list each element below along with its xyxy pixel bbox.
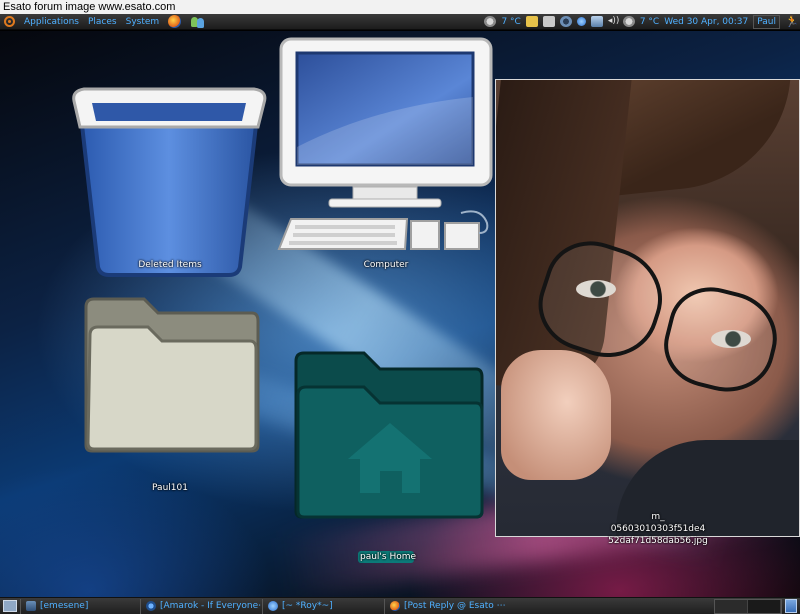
desktop[interactable]: Deleted Items Computer Paul101 paul's Ho… [0, 31, 800, 597]
menu-system[interactable]: System [126, 17, 160, 27]
desktop-icon-label-selected: paul's Home [358, 551, 417, 563]
taskbar-item-label: [Post Reply @ Esato ⋯ [404, 601, 506, 611]
show-desktop-icon[interactable] [3, 600, 17, 612]
folder-icon [84, 297, 260, 453]
chat-icon [268, 601, 278, 611]
taskbar-item-label: [Amarok - If Everyone⋯ [160, 601, 262, 611]
taskbar-item-amarok[interactable]: [Amarok - If Everyone⋯ [140, 598, 262, 614]
taskbar-item-firefox[interactable]: [Post Reply @ Esato ⋯ [384, 598, 506, 614]
network-icon[interactable] [590, 16, 603, 27]
desktop-icon-label: Deleted Items [138, 260, 202, 270]
firefox-launcher-icon[interactable] [168, 15, 182, 28]
home-folder-icon [294, 351, 484, 519]
desktop-icon-label: Paul101 [152, 483, 188, 493]
workspace-switcher[interactable] [714, 598, 782, 614]
amarok-icon [146, 601, 156, 611]
volume-icon[interactable]: ◂)) [608, 16, 620, 27]
sync-icon[interactable] [559, 16, 572, 27]
firefox-icon [390, 601, 400, 611]
computer-icon [277, 37, 493, 250]
trash-applet-icon[interactable] [785, 599, 797, 613]
main-menu: Applications Places System [0, 15, 206, 28]
weather-icon-2[interactable] [622, 16, 635, 27]
emesene-icon [26, 601, 36, 611]
weather-temp-2[interactable]: 7 °C [640, 17, 659, 27]
desktop-icon-label: Computer [363, 260, 409, 270]
photo-filename-line: m_ [651, 512, 665, 522]
taskbar-item-label: [~ *Roy*~] [282, 601, 333, 611]
watermark-banner: Esato forum image www.esato.com [0, 0, 800, 14]
photo-filename-line: 52daf71d58dab56.jpg [608, 536, 708, 546]
top-panel: Applications Places System 7 °C ◂)) 7 °C… [0, 14, 800, 30]
ubuntu-logo-icon[interactable] [4, 16, 15, 27]
taskbar-item-emesene[interactable]: [emesene] [20, 598, 140, 614]
desktop-icon-home[interactable] [292, 351, 486, 521]
workspace-1[interactable] [715, 599, 748, 613]
taskbar-item-label: [emesene] [40, 601, 89, 611]
photo-detail [655, 278, 787, 402]
workspace-2[interactable] [748, 599, 781, 613]
photo-filename-label: m_ 05603010303f51de4 52daf71d58dab56.jpg [588, 511, 728, 547]
desktop-icon-computer[interactable] [275, 37, 495, 259]
photo-detail [501, 350, 611, 480]
clipboard-icon[interactable] [542, 16, 555, 27]
desktop-icon-paul101[interactable] [82, 295, 262, 455]
taskbar-item-chat[interactable]: [~ *Roy*~] [262, 598, 384, 614]
bottom-panel: [emesene] [Amarok - If Everyone⋯ [~ *Roy… [0, 597, 800, 614]
weather-temp-1[interactable]: 7 °C [501, 17, 520, 27]
status-icon[interactable] [576, 17, 586, 26]
clock[interactable]: Wed 30 Apr, 00:37 [664, 17, 748, 27]
trash-icon [72, 87, 267, 277]
weather-icon[interactable] [484, 16, 497, 27]
system-tray: 7 °C ◂)) 7 °C Wed 30 Apr, 00:37 Paul 🏃 [484, 14, 800, 29]
run-icon[interactable]: 🏃 [785, 15, 799, 28]
menu-applications[interactable]: Applications [24, 17, 79, 27]
mail-icon[interactable] [525, 16, 538, 27]
desktop-icon-trash[interactable] [64, 57, 274, 281]
menu-places[interactable]: Places [88, 17, 117, 27]
user-switcher[interactable]: Paul [753, 14, 780, 29]
photo-filename-line: 05603010303f51de4 [610, 524, 706, 534]
people-launcher-icon[interactable] [190, 16, 206, 28]
desktop-icon-photo[interactable] [495, 79, 800, 537]
